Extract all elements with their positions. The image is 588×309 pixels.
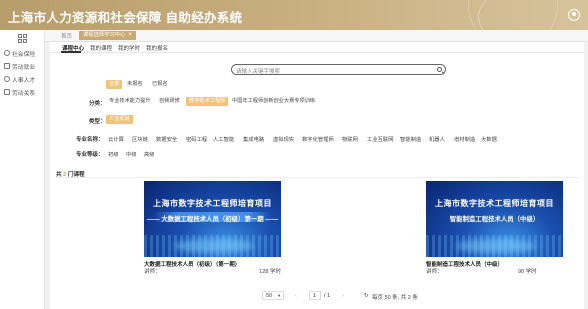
type-label: 类型： [89, 119, 106, 125]
app-title: 上海市人力资源和社会保障 自助经办系统 [8, 7, 242, 26]
filter-level-middle[interactable]: 中级 [126, 150, 137, 158]
person-icon [4, 76, 10, 82]
total-pages: / 1 [324, 293, 331, 299]
app-header: 上海市人力资源和社会保障 自助经办系统 [0, 0, 588, 30]
banner-title: 上海市数字技术工程师培育项目 [435, 199, 554, 208]
filter-major-item[interactable]: 数字化管理师 [302, 135, 334, 143]
chevron-down-icon: ▾ [278, 293, 281, 298]
major-label: 专业名称： [76, 137, 104, 143]
close-icon[interactable]: × [128, 32, 132, 38]
page-size-value: 50 [266, 293, 273, 299]
sidebar: 社会保险 劳动就业 人事人才 劳动关系 [0, 30, 45, 309]
filter-major-item[interactable]: 物联网 [342, 135, 358, 143]
app-title-sub: 自助经办系统 [165, 11, 243, 25]
sidebar-item-label: 人事人才 [12, 77, 36, 84]
filter-category-skill[interactable]: 专业技术能力提升 [106, 97, 154, 106]
sidebar-item-label: 劳动就业 [12, 64, 36, 71]
next-page-icon[interactable]: › [342, 293, 344, 299]
banner-subtitle: —— 大数据工程技术人员（初级）第一期 —— [146, 216, 279, 223]
banner-subtitle: 智能制造工程技术人员（中级） [449, 216, 540, 223]
user-icon[interactable] [568, 9, 580, 21]
subnav-my-hours[interactable]: 我的学时 [118, 44, 140, 52]
filter-type-industrial[interactable]: 工业项目 [106, 115, 133, 124]
filter-major-item[interactable]: 工业互联网 [367, 135, 394, 143]
subnav-my-courses[interactable]: 我的课程 [90, 44, 112, 52]
course-card-image[interactable]: 上海市数字技术工程师培育项目 智能制造工程技术人员（中级） [426, 181, 563, 257]
tab-home[interactable]: 首页 [61, 32, 72, 40]
course-hours: 128 学时 [259, 269, 281, 275]
filter-status-registered[interactable]: 已报名 [149, 80, 171, 89]
filter-category-digital-engineer[interactable]: 数字技术工程师 [186, 97, 229, 106]
course-teacher-label: 讲师： [426, 269, 443, 275]
category-label: 分类： [89, 101, 106, 107]
course-card-image[interactable]: 上海市数字技术工程师培育项目 —— 大数据工程技术人员（初级）第一期 —— [144, 181, 281, 257]
pagination-summary: 每页 50 条, 共 2 条 [372, 295, 418, 301]
filter-status-unregistered[interactable]: 未报名 [124, 80, 146, 89]
sidebar-item-employment[interactable]: 劳动就业 [4, 61, 35, 71]
sidebar-item-label: 社会保险 [12, 51, 36, 58]
sidebar-item-label: 劳动关系 [12, 90, 36, 97]
sub-navigation: 课程中心 我的课程 我的学时 我的报名 [50, 42, 584, 53]
filter-major-item[interactable]: 云计算 [108, 135, 124, 143]
filter-major-item[interactable]: 智能制造 [400, 135, 421, 143]
filter-major-item[interactable]: 区块链 [132, 135, 148, 143]
main-content: 课程中心 我的课程 我的学时 我的报名 请输入关键字搜索 全部 未报名 已报名 … [50, 42, 584, 309]
divider [56, 177, 578, 178]
prev-page-icon[interactable]: ‹ [295, 293, 297, 299]
active-tab-indicator [61, 51, 81, 53]
banner-skyline [426, 235, 563, 257]
filter-major-item[interactable]: 虚拟现实 [273, 135, 294, 143]
filter-major-item[interactable]: 大数据 [481, 135, 497, 143]
search-placeholder: 请输入关键字搜索 [236, 68, 281, 75]
tab-bar: 首页 课程选择学习中心 × [45, 30, 588, 42]
app-title-main: 上海市人力资源和社会保障 [8, 11, 162, 25]
subnav-my-registrations[interactable]: 我的报名 [146, 44, 168, 52]
sidebar-item-labor-relations[interactable]: 劳动关系 [4, 87, 35, 97]
filter-major-item[interactable]: 人工智能 [213, 135, 234, 143]
filter-level-senior[interactable]: 高级 [144, 150, 155, 158]
filter-category-contest[interactable]: 中国年工程师创新创业大赛专项训练 [229, 97, 318, 106]
filter-major-item[interactable]: 增材制造 [454, 135, 475, 143]
filter-major-item[interactable]: 密码工程 [186, 135, 207, 143]
search-icon[interactable] [436, 66, 442, 72]
refresh-icon[interactable]: ↻ [364, 293, 369, 299]
tab-label: 课程选择学习中心 [83, 32, 126, 38]
header-decoration [468, 0, 558, 30]
filter-major-item[interactable]: 数据安全 [156, 135, 177, 143]
filter-status-all[interactable]: 全部 [106, 80, 123, 89]
course-hours: 90 学时 [518, 269, 537, 275]
shield-icon [4, 50, 10, 56]
sidebar-item-social-insurance[interactable]: 社会保险 [4, 48, 35, 58]
current-page: 1 [313, 293, 317, 299]
course-teacher-label: 讲师： [144, 269, 161, 275]
banner-skyline [144, 235, 281, 257]
level-label: 专业等级： [76, 152, 104, 158]
sidebar-item-personnel[interactable]: 人事人才 [4, 74, 35, 84]
filter-level-junior[interactable]: 初级 [108, 150, 119, 158]
filter-major-item[interactable]: 集成电路 [243, 135, 264, 143]
search-input[interactable]: 请输入关键字搜索 [231, 64, 446, 75]
filter-major-item[interactable]: 机器人 [429, 135, 445, 143]
document-icon [4, 89, 10, 95]
banner-title: 上海市数字技术工程师培育项目 [153, 199, 272, 208]
filter-category-self-study[interactable]: 自我研修 [156, 97, 183, 106]
tab-course-center[interactable]: 课程选择学习中心 × [79, 31, 136, 40]
grid-icon[interactable] [18, 34, 27, 43]
briefcase-icon [4, 63, 10, 69]
